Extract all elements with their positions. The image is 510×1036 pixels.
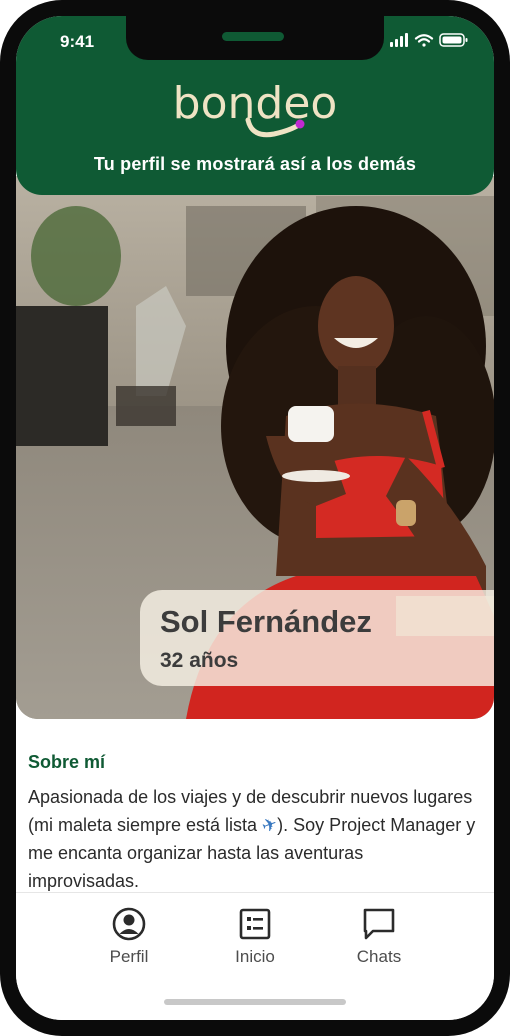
profile-age: 32 años [160, 649, 239, 672]
home-indicator[interactable] [164, 999, 346, 1005]
logo-wordmark: bondeo [173, 78, 338, 129]
bottom-nav: Perfil Inicio Chats [16, 892, 494, 1020]
list-icon [239, 908, 271, 940]
about-text: Apasionada de los viajes y de descubrir … [28, 783, 478, 892]
nav-label-perfil: Perfil [109, 947, 149, 966]
profile-name: Sol Fernández [160, 604, 372, 639]
page-subtitle: Tu perfil se mostrará así a los demás [93, 154, 417, 174]
nav-item-chats[interactable]: Chats [324, 907, 434, 967]
nav-label-chats: Chats [356, 947, 402, 966]
signal-icon [390, 33, 408, 47]
battery-icon [439, 33, 468, 47]
app-screen: 9:41 bondeo Tu perfil se mostrará así a … [16, 16, 494, 1020]
nav-label-inicio: Inicio [235, 947, 275, 966]
status-icons [390, 33, 468, 47]
wifi-icon [414, 34, 434, 47]
profile-photo: Sol Fernández 32 años [16, 176, 494, 719]
nav-item-perfil[interactable]: Perfil [74, 907, 184, 967]
about-section: Sobre mí Apasionada de los viajes y de d… [28, 752, 478, 892]
app-header: 9:41 bondeo Tu perfil se mostrará así a … [16, 16, 494, 195]
profile-icon [112, 907, 146, 941]
chat-icon [363, 908, 395, 940]
logo-dot [295, 119, 305, 129]
nav-item-inicio[interactable]: Inicio [200, 907, 310, 967]
bondeo-logo: bondeo [173, 78, 338, 138]
profile-name-card: Sol Fernández 32 años [140, 590, 494, 686]
phone-frame: 9:41 bondeo Tu perfil se mostrará así a … [0, 0, 510, 1036]
device-notch [126, 16, 384, 60]
airplane-icon: ✈ [259, 813, 281, 837]
about-title: Sobre mí [28, 752, 106, 772]
status-time: 9:41 [60, 32, 95, 51]
speaker-grille [222, 32, 284, 41]
